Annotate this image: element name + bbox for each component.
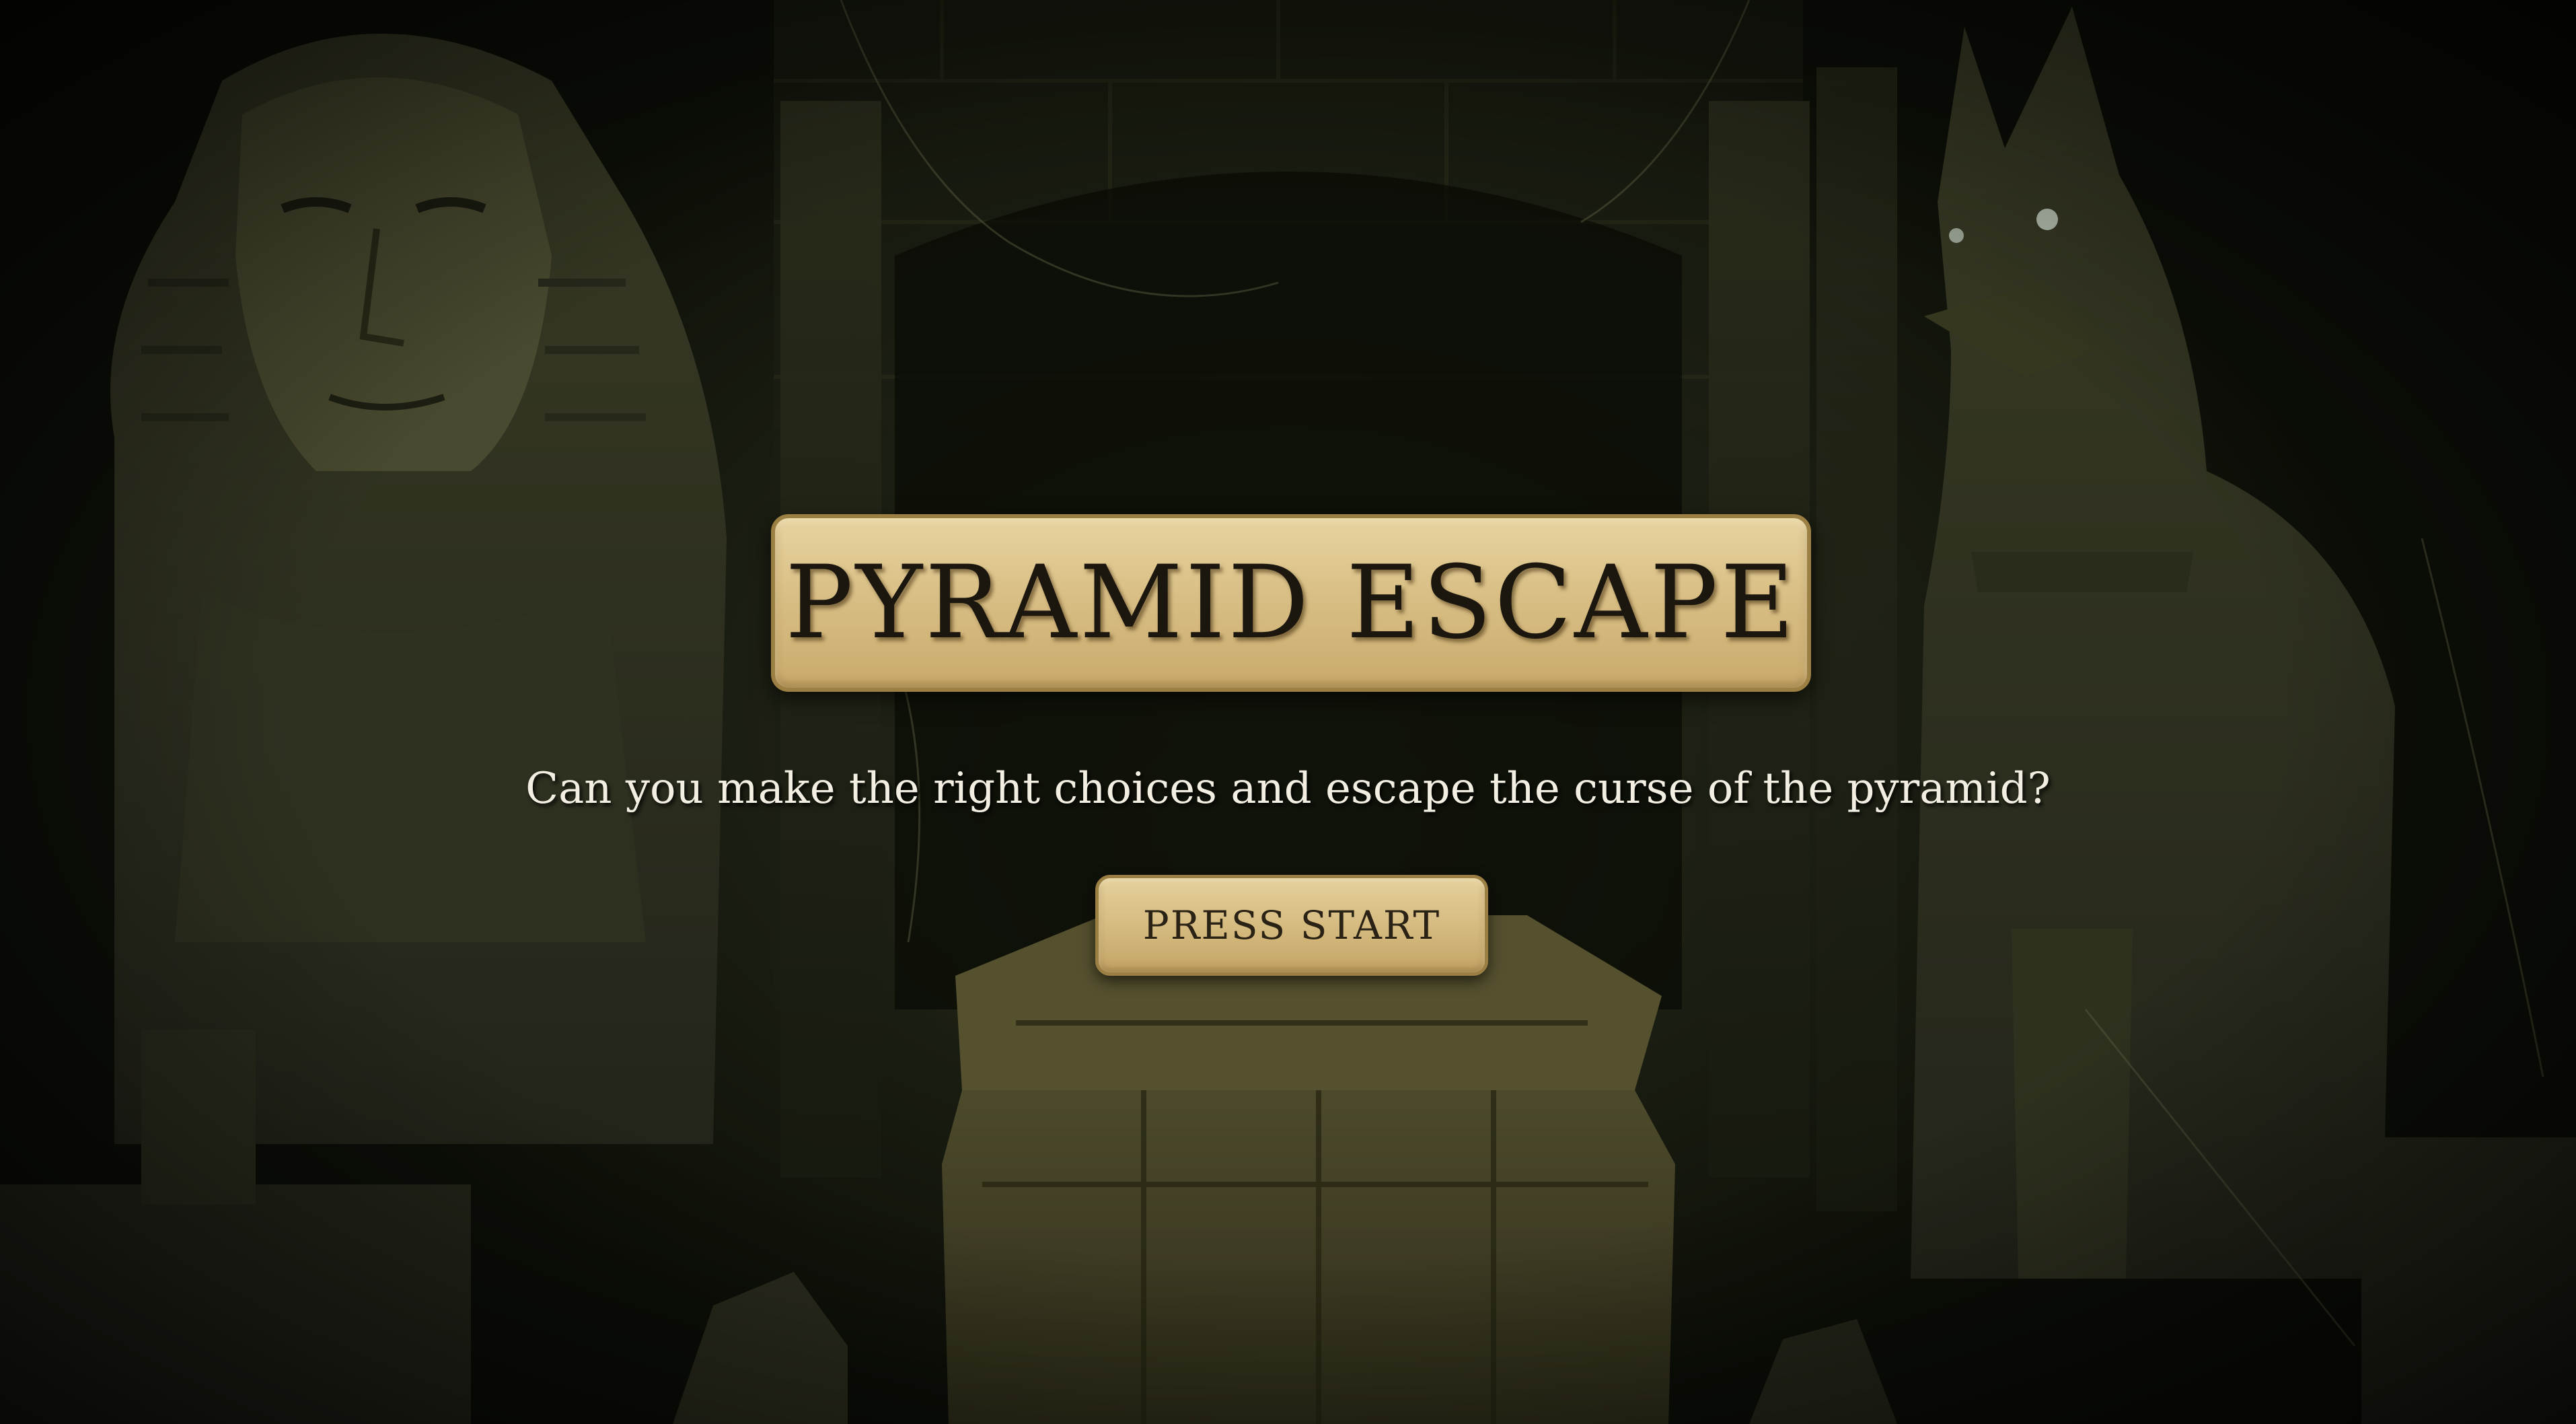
press-start-button[interactable]: PRESS START bbox=[1095, 875, 1488, 976]
title-plate: PYRAMID ESCAPE bbox=[771, 514, 1811, 692]
game-title: PYRAMID ESCAPE bbox=[785, 544, 1797, 662]
press-start-label: PRESS START bbox=[1142, 902, 1441, 948]
vignette bbox=[0, 0, 2576, 1424]
title-screen: PYRAMID ESCAPE Can you make the right ch… bbox=[0, 0, 2576, 1424]
tagline: Can you make the right choices and escap… bbox=[525, 764, 2051, 814]
tomb-background bbox=[0, 0, 2576, 1424]
